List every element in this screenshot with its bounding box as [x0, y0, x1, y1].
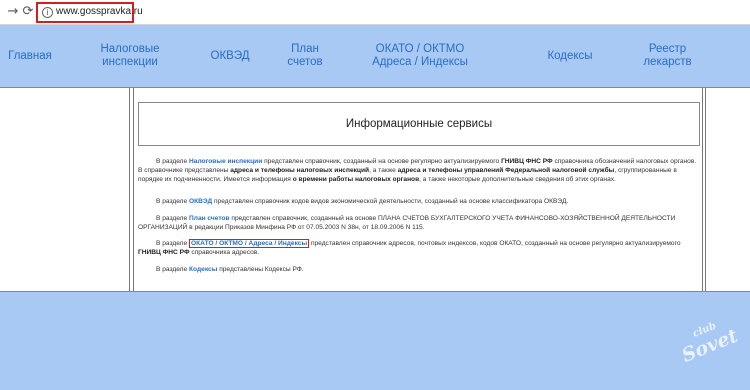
- para-text: , а также некоторые дополнительные сведе…: [419, 175, 616, 183]
- paragraph-accounts: В разделе План счетов представлен справо…: [138, 215, 698, 233]
- url-field[interactable]: i www.gosspravka.ru: [36, 2, 143, 23]
- para-text: В разделе: [156, 266, 190, 273]
- nav-codes[interactable]: Кодексы: [535, 25, 605, 87]
- para-bold: адреса и телефоны налоговых инспекций: [230, 166, 370, 174]
- para-bold: о времени работы налоговых органов: [292, 175, 420, 183]
- para-bold: ГНИВЦ ФНС РФ: [138, 248, 190, 256]
- main-area: Информационные сервисы В разделе Налогов…: [0, 87, 750, 292]
- nav-okato-oktmo[interactable]: ОКАТО / ОКТМО Адреса / Индексы: [355, 25, 485, 87]
- paragraph-okved: В разделе ОКВЭД представлен справочник к…: [138, 198, 698, 207]
- para-text: В разделе: [156, 215, 190, 222]
- reload-icon[interactable]: ⟳: [19, 3, 37, 21]
- para-bold: ГНИВЦ ФНС РФ: [501, 158, 553, 165]
- para-text: В разделе: [156, 240, 190, 247]
- link-tax-inspections[interactable]: Налоговые инспекции: [189, 158, 262, 165]
- content-panel: Информационные сервисы В разделе Налогов…: [133, 88, 703, 291]
- link-okved[interactable]: ОКВЭД: [189, 198, 212, 205]
- para-text: представлен справочник адресов, почтовых…: [309, 240, 681, 247]
- page-title: Информационные сервисы: [138, 102, 700, 146]
- footer-area: [0, 292, 750, 390]
- link-codes[interactable]: Кодексы: [189, 266, 217, 273]
- nav-accounts-plan[interactable]: План счетов: [275, 25, 335, 87]
- nav-okved[interactable]: ОКВЭД: [200, 25, 260, 87]
- para-bold: адреса и телефоны управлений Федеральной…: [397, 166, 615, 174]
- left-column: [0, 88, 130, 291]
- nav-tax-inspections[interactable]: Налоговые инспекции: [95, 25, 165, 87]
- browser-address-bar: → ⟳ i www.gosspravka.ru: [0, 0, 750, 25]
- link-accounts-plan[interactable]: План счетов: [189, 215, 230, 222]
- url-text: www.gosspravka.ru: [56, 6, 143, 17]
- info-icon[interactable]: i: [42, 7, 53, 18]
- para-text: В разделе: [156, 198, 190, 205]
- paragraph-okato: В разделе ОКАТО / ОКТМО / Адреса / Индек…: [138, 239, 698, 258]
- link-okato-oktmo[interactable]: ОКАТО / ОКТМО / Адреса / Индексы: [189, 239, 310, 248]
- para-text: справочника адресов.: [189, 248, 260, 256]
- top-navigation: Главная Налоговые инспекции ОКВЭД План с…: [0, 25, 750, 87]
- para-text: представлены Кодексы РФ.: [217, 266, 304, 273]
- nav-home[interactable]: Главная: [0, 25, 60, 87]
- para-text: представлен справочник кодов видов эконо…: [212, 198, 569, 205]
- para-text: , а также: [369, 166, 398, 174]
- nav-drug-registry[interactable]: Реестр лекарств: [630, 25, 705, 87]
- para-text: представлен справочник, созданный на осн…: [262, 158, 502, 165]
- para-text: В разделе: [156, 158, 190, 165]
- paragraph-tax: В разделе Налоговые инспекции представле…: [138, 158, 698, 184]
- paragraph-codes: В разделе Кодексы представлены Кодексы Р…: [138, 266, 698, 275]
- right-column: [705, 88, 750, 291]
